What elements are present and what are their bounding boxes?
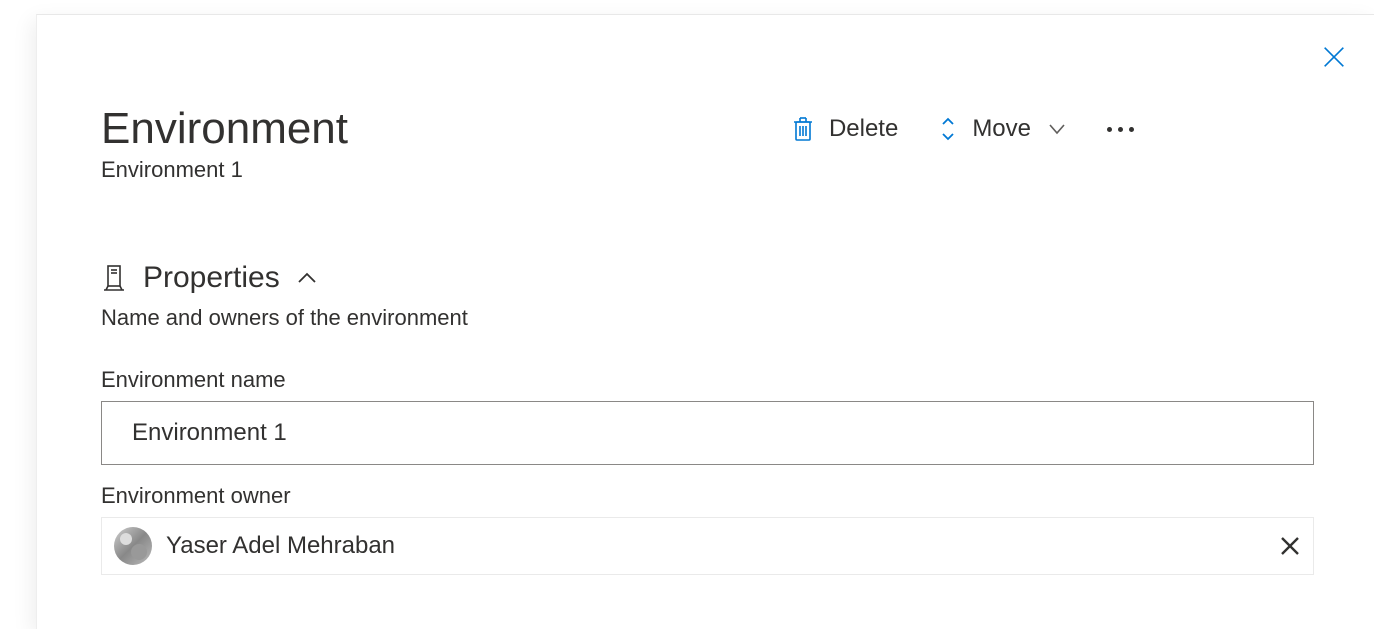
remove-owner-button[interactable] [1279,535,1301,557]
move-button[interactable]: Move [938,115,1067,143]
env-name-input[interactable] [101,401,1314,465]
delete-label: Delete [829,115,898,143]
avatar [114,527,152,565]
more-button[interactable] [1107,127,1134,132]
close-button[interactable] [1320,43,1348,76]
move-icon [938,116,958,142]
chevron-up-icon [296,271,318,285]
move-label: Move [972,115,1031,143]
env-name-label: Environment name [101,367,1314,393]
ellipsis-icon [1107,127,1112,132]
page-title: Environment [101,105,348,153]
env-owner-field[interactable]: Yaser Adel Mehraban [101,517,1314,575]
section-description: Name and owners of the environment [101,305,1314,331]
environment-panel: Environment Environment 1 Delete [36,14,1374,629]
delete-button[interactable]: Delete [791,115,898,143]
toolbar: Delete Move [791,115,1134,143]
properties-section-header[interactable]: Properties [101,261,1314,295]
env-owner-label: Environment owner [101,483,1314,509]
server-icon [101,263,127,293]
x-icon [1279,535,1301,557]
page-subtitle: Environment 1 [101,157,348,183]
chevron-down-icon [1047,122,1067,136]
section-title: Properties [143,261,280,295]
close-icon [1320,43,1348,71]
owner-name: Yaser Adel Mehraban [166,532,1265,560]
trash-icon [791,115,815,143]
